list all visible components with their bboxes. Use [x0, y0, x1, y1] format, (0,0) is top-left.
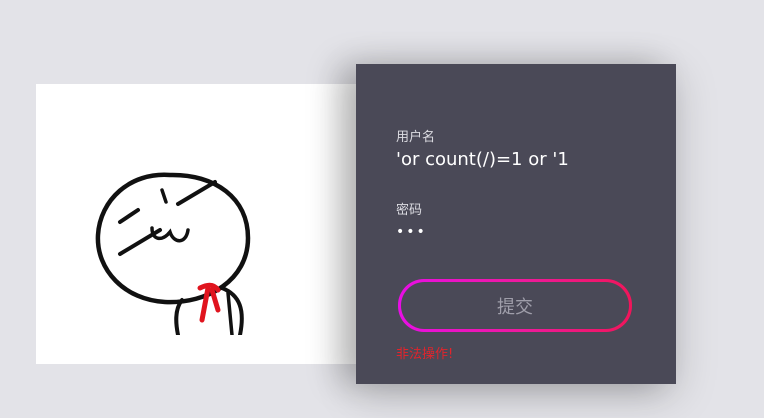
username-field[interactable]: 'or count(/)=1 or '1 [396, 149, 569, 170]
error-message: 非法操作! [396, 347, 454, 362]
password-field[interactable]: ••• [396, 224, 427, 240]
login-form-panel: 用户名 'or count(/)=1 or '1 密码 ••• 提交 非法操作! [356, 64, 676, 384]
username-label: 用户名 [396, 130, 436, 145]
password-label: 密码 [396, 203, 423, 218]
submit-button-label: 提交 [401, 282, 629, 329]
stick-figure-smug-face-icon [95, 172, 251, 335]
login-page: 用户名 'or count(/)=1 or '1 密码 ••• 提交 非法操作! [0, 0, 764, 418]
submit-button[interactable]: 提交 [398, 279, 632, 332]
